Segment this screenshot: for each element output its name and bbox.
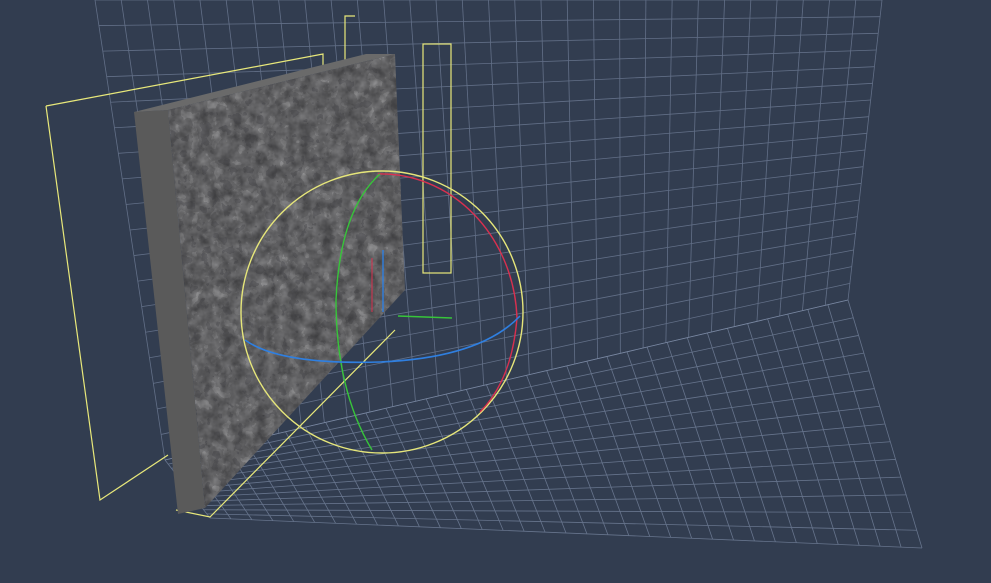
viewport-canvas[interactable]	[0, 0, 991, 583]
3d-viewport[interactable]	[0, 0, 991, 583]
